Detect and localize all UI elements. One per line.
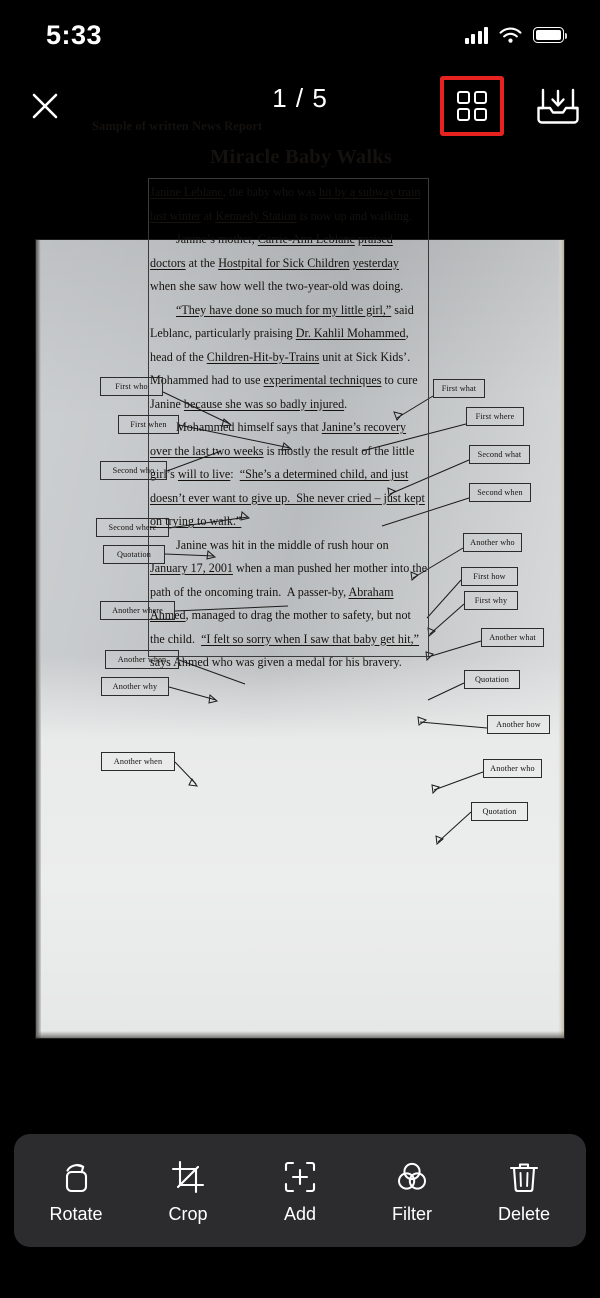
add-page-button[interactable]: Add — [252, 1157, 348, 1225]
add-page-icon — [283, 1157, 317, 1197]
annotation-label-right-1: First where — [466, 407, 524, 426]
annotation-label-right-7: Another what — [481, 628, 544, 647]
crop-label: Crop — [168, 1203, 208, 1224]
annotation-label-left-3: Second where — [96, 518, 169, 537]
annotation-label-left-0: First who — [100, 377, 163, 396]
rotate-button[interactable]: Rotate — [28, 1157, 124, 1225]
rotate-label: Rotate — [49, 1203, 103, 1224]
document-title: Miracle Baby Walks — [209, 146, 393, 168]
article-paragraph-1: Janine Leblanc, the baby who was hit by … — [150, 185, 421, 223]
rotate-icon — [59, 1157, 93, 1197]
annotation-label-right-11: Quotation — [471, 802, 528, 821]
filter-button[interactable]: Filter — [364, 1157, 460, 1225]
article-paragraph-3: “They have done so much for my little gi… — [150, 302, 418, 411]
article-paragraph-2: Janine’s mother, Carrie-Ann Leblanc prai… — [150, 232, 404, 293]
annotation-label-right-5: First how — [461, 567, 518, 586]
annotation-label-right-8: Quotation — [464, 670, 520, 689]
document-header: Sample of written News Report — [92, 119, 263, 133]
filter-icon — [395, 1157, 429, 1197]
annotation-label-left-6: Another when — [105, 650, 179, 669]
article-paragraph-5: Janine was hit in the middle of rush hou… — [150, 537, 428, 670]
document-content: Sample of written News Report Miracle Ba… — [0, 0, 600, 1298]
annotation-label-right-0: First what — [433, 379, 485, 398]
annotation-label-left-1: First when — [118, 415, 179, 434]
annotation-label-left-7: Another why — [101, 677, 169, 696]
annotation-label-right-10: Another who — [483, 759, 542, 778]
annotation-label-right-4: Another who — [463, 533, 522, 552]
annotation-label-right-9: Another how — [487, 715, 550, 734]
crop-icon — [171, 1157, 205, 1197]
annotation-label-left-5: Another where — [100, 601, 175, 620]
annotation-label-right-2: Second what — [469, 445, 530, 464]
trash-icon — [507, 1157, 541, 1197]
add-label: Add — [283, 1203, 317, 1224]
annotation-label-left-4: Quotation — [103, 545, 165, 564]
article-text: Janine Leblanc, the baby who was hit by … — [150, 181, 428, 675]
annotation-label-right-6: First why — [464, 591, 518, 610]
delete-button[interactable]: Delete — [476, 1157, 572, 1225]
filter-label: Filter — [392, 1203, 432, 1224]
delete-label: Delete — [497, 1203, 551, 1224]
scanner-editor-screen: 5:33 1 / 5 Sample of written News Report… — [0, 0, 600, 1298]
annotation-label-left-8: Another when — [101, 752, 175, 771]
editor-bottom-toolbar: Rotate Crop Add Filter Delete — [14, 1134, 586, 1247]
crop-button[interactable]: Crop — [140, 1157, 236, 1225]
annotation-label-right-3: Second when — [469, 483, 531, 502]
annotation-label-left-2: Second who — [100, 461, 167, 480]
article-paragraph-4: Mohammed himself says that Janine’s reco… — [150, 420, 425, 528]
